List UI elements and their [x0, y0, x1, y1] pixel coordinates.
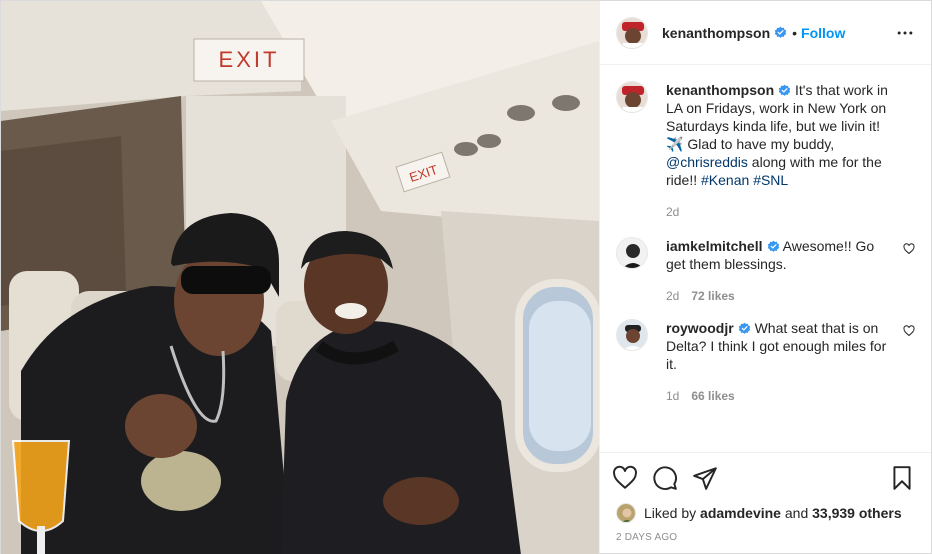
comment-body: iamkelmitchell Awesome!! Go get them ble…	[666, 237, 915, 303]
mention-link[interactable]: @chrisreddis	[666, 154, 748, 170]
caption-time[interactable]: 2d	[666, 205, 679, 219]
comment-body: roywoodjr What seat that is on Delta? I …	[666, 319, 915, 403]
caption-meta: 2d	[666, 205, 891, 219]
comment-item: roywoodjr What seat that is on Delta? I …	[616, 319, 915, 403]
verified-badge-icon	[778, 84, 791, 96]
bookmark-icon[interactable]	[889, 465, 915, 491]
comment-likes[interactable]: 66 likes	[691, 389, 734, 403]
avatar-image-kenan	[617, 17, 647, 48]
likes-summary: Liked by adamdevine and 33,939 others	[600, 502, 931, 524]
verified-badge-icon	[774, 26, 787, 38]
heart-icon[interactable]	[612, 465, 638, 491]
likes-middle: and	[784, 505, 809, 521]
commenter-username[interactable]: roywoodjr	[666, 320, 734, 336]
comment-like-heart-icon[interactable]	[903, 325, 915, 337]
liker-username[interactable]: adamdevine	[700, 505, 781, 521]
separator-dot: •	[792, 24, 798, 41]
comment-time[interactable]: 2d	[666, 289, 679, 303]
post-photo-illustration: EXIT EXIT	[1, 1, 599, 554]
caption-avatar[interactable]	[616, 81, 648, 113]
comment-like-heart-icon[interactable]	[903, 243, 915, 255]
comment-meta: 2d 72 likes	[666, 289, 891, 303]
verified-badge-icon	[738, 322, 750, 334]
post-header: kenanthompson • Follow	[600, 1, 931, 65]
caption-text: kenanthompson It's that work in LA on Fr…	[666, 81, 891, 189]
commenter-avatar[interactable]	[616, 237, 648, 269]
comment-meta: 1d 66 likes	[666, 389, 891, 403]
commenter-avatar[interactable]	[616, 319, 648, 351]
avatar-image-roy	[617, 320, 647, 350]
exit-sign-top: EXIT	[219, 47, 280, 72]
caption-body: kenanthompson It's that work in LA on Fr…	[666, 81, 915, 219]
likes-prefix: Liked by	[644, 505, 697, 521]
author-avatar[interactable]	[616, 16, 648, 49]
post-side-panel: kenanthompson • Follow kenanthompson It'…	[599, 1, 931, 553]
commenter-username[interactable]: iamkelmitchell	[666, 238, 763, 254]
more-options-icon[interactable]	[895, 23, 915, 43]
caption-username[interactable]: kenanthompson	[666, 82, 774, 98]
comments-section: kenanthompson It's that work in LA on Fr…	[600, 65, 931, 452]
instagram-post: EXIT EXIT kenanthompson • Follow kenanth…	[0, 0, 932, 554]
hashtag-link[interactable]: #Kenan	[701, 172, 749, 188]
comment-icon[interactable]	[652, 465, 678, 491]
comment-time[interactable]: 1d	[666, 389, 679, 403]
likes-count[interactable]: 33,939 others	[812, 505, 902, 521]
liker-avatar[interactable]	[616, 503, 636, 523]
share-icon[interactable]	[692, 465, 718, 491]
comment-item: iamkelmitchell Awesome!! Go get them ble…	[616, 237, 915, 303]
action-bar	[600, 452, 931, 502]
comment-text: iamkelmitchell Awesome!! Go get them ble…	[666, 237, 891, 273]
caption: kenanthompson It's that work in LA on Fr…	[616, 81, 915, 219]
verified-badge-icon	[767, 240, 779, 252]
avatar-image-kel	[617, 238, 647, 268]
post-photo[interactable]: EXIT EXIT	[1, 1, 599, 554]
comment-likes[interactable]: 72 likes	[691, 289, 734, 303]
avatar-image-adam	[617, 504, 635, 522]
author-username[interactable]: kenanthompson	[662, 25, 770, 41]
follow-button[interactable]: Follow	[801, 25, 845, 41]
avatar-image-kenan	[617, 82, 647, 112]
comment-text: roywoodjr What seat that is on Delta? I …	[666, 319, 891, 373]
post-date[interactable]: 2 DAYS AGO	[600, 524, 931, 553]
hashtag-link[interactable]: #SNL	[753, 172, 788, 188]
